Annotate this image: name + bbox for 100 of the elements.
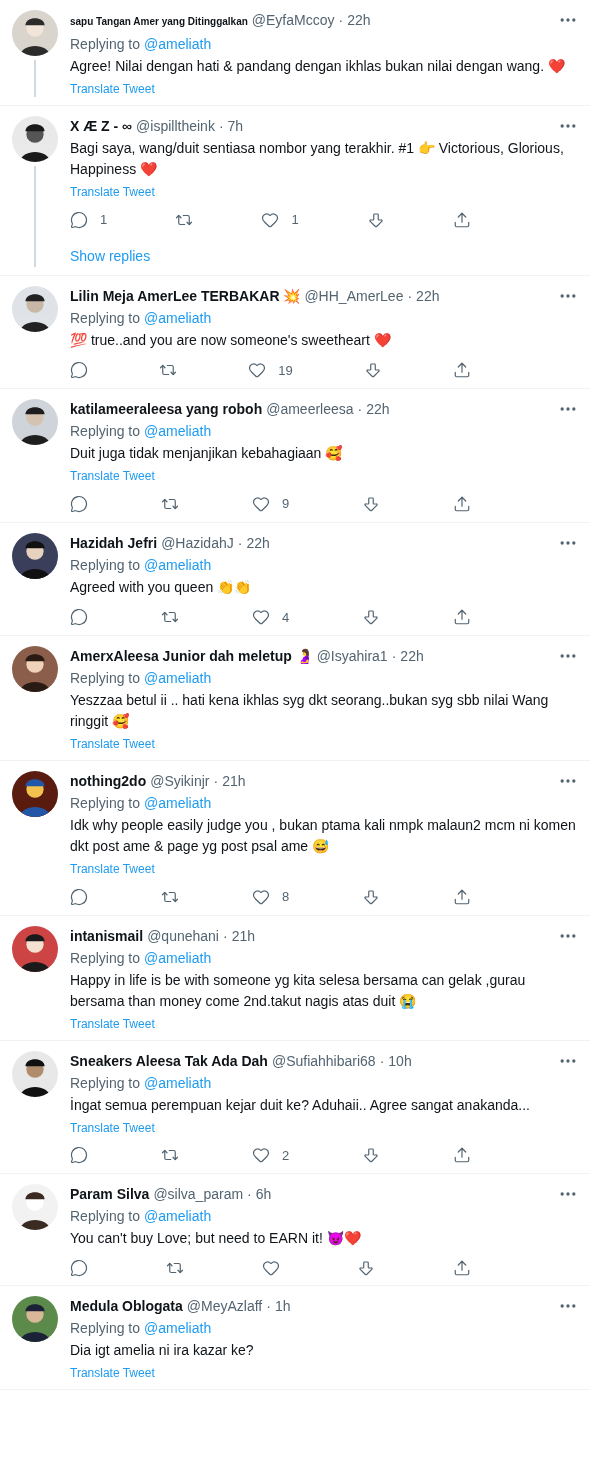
tweet-text: Idk why people easily judge you , bukan ptama kali nmpk malaun2 mcm ni komen dkt post ame & page yg post psal ame 😅 [70, 816, 577, 856]
author-handle: @silva_param [153, 1185, 244, 1204]
download-icon[interactable] [366, 210, 385, 229]
translate-link[interactable]: Translate Tweet [70, 468, 155, 484]
replying-label: Replying to [70, 555, 141, 575]
separator-dot: · [379, 1051, 385, 1071]
tweet-text: Bagi saya, wang/duit sentiasa nombor yang terakhir. #1 👉 Victorious, Glorious, Happiness ❤ [70, 139, 565, 179]
separator-dot: · [222, 926, 228, 946]
translate-link[interactable]: Translate Tweet [70, 81, 155, 97]
post-time: 7h [227, 117, 244, 136]
action-count: 2 [281, 1146, 290, 1165]
like-icon[interactable] [251, 608, 270, 627]
post-time: 22h [246, 533, 270, 553]
separator-dot: · [338, 11, 344, 30]
share-icon[interactable] [452, 361, 471, 380]
reply-icon[interactable] [70, 361, 88, 380]
author-name[interactable]: Sneakers Aleesa Tak Ada Dah [70, 1050, 268, 1071]
like-icon[interactable] [261, 210, 280, 229]
tweet-text: Dia igt amelia ni ira kazar ke? [70, 1341, 255, 1360]
replying-label: Replying to [70, 422, 141, 441]
post-time: 21h [222, 772, 246, 791]
tweet-text: Happy in life is be with someone yg kita selesa bersama can gelak ,gurau bersama than money come 2nd.takut nagis atas duit 😭 [70, 970, 527, 1011]
replying-label: Replying to [70, 1319, 141, 1338]
like-icon[interactable] [248, 361, 267, 380]
author-name[interactable]: Hazidah Jefri [70, 532, 158, 553]
separator-dot: · [213, 772, 219, 791]
reply-icon[interactable] [70, 1259, 88, 1277]
reply-icon[interactable] [70, 887, 88, 906]
post-time: 6h [255, 1185, 272, 1204]
reply-icon[interactable] [70, 608, 88, 627]
like-icon[interactable] [251, 887, 270, 906]
mention-link[interactable]: @ameliath [144, 1072, 212, 1093]
share-icon[interactable] [453, 608, 471, 627]
action-count: 19 [278, 361, 293, 380]
mention-link[interactable]: @ameliath [144, 1206, 212, 1226]
author-name[interactable]: X Æ Z - ∞ [70, 116, 133, 136]
mention-link[interactable]: @ameliath [144, 947, 212, 968]
post-time: 22h [347, 11, 371, 30]
author-name[interactable]: Medula Oblogata [70, 1296, 183, 1316]
separator-dot: · [407, 286, 413, 306]
translate-link[interactable]: Translate Tweet [70, 1015, 155, 1032]
share-icon[interactable] [453, 1146, 471, 1165]
separator-dot: · [391, 647, 397, 666]
translate-link[interactable]: Translate Tweet [70, 184, 155, 200]
author-name[interactable]: intanismail [70, 925, 144, 946]
mention-link[interactable]: @ameliath [144, 421, 212, 441]
author-handle: @HH_AmerLee [304, 286, 404, 306]
replying-label: Replying to [70, 669, 141, 688]
show-replies-link[interactable]: Show replies [70, 245, 151, 267]
share-icon[interactable] [453, 1259, 471, 1277]
author-name[interactable]: Param Silva [70, 1184, 150, 1204]
post-time: 22h [366, 400, 390, 419]
reply-icon[interactable] [70, 1146, 88, 1165]
action-count: 8 [281, 888, 290, 906]
author-handle: @qunehani [147, 926, 219, 946]
mention-link[interactable]: @ameliath [144, 307, 212, 328]
post-time: 22h [416, 286, 440, 306]
mention-link[interactable]: @ameliath [144, 668, 212, 688]
tweet-text: İngat semua perempuan kejar duit ke? Aduhaii.. Agree sangat anakanda... [70, 1095, 531, 1115]
author-name[interactable]: nothing2do [70, 771, 147, 791]
separator-dot: · [237, 533, 243, 553]
download-icon[interactable] [363, 361, 382, 380]
author-name[interactable]: katilameeraleesa yang roboh [70, 399, 263, 419]
reply-icon[interactable] [70, 494, 88, 513]
like-icon[interactable] [251, 1146, 270, 1165]
tweet-text: Agree! Nilai dengan hati & pandang dengan ikhlas bukan nilai dengan wang. ❤ [70, 57, 566, 76]
share-icon[interactable] [453, 494, 471, 513]
like-icon[interactable] [261, 1259, 280, 1277]
download-icon[interactable] [362, 608, 381, 627]
mention-link[interactable]: @ameliath [144, 554, 212, 575]
download-icon[interactable] [362, 1146, 381, 1165]
download-icon[interactable] [362, 887, 381, 906]
action-count: 1 [100, 211, 108, 229]
author-handle: @EyfaMccoy [251, 11, 335, 30]
download-icon[interactable] [362, 494, 381, 513]
tweet-text: You can't buy Love; but need to EARN it! 😈❤ [70, 1229, 362, 1248]
author-name[interactable]: sapu Tangan Amer yang Ditinggalkan [70, 12, 248, 32]
share-icon[interactable] [452, 210, 471, 229]
download-icon[interactable] [357, 1259, 376, 1277]
post-time: 1h [274, 1297, 291, 1316]
mention-link[interactable]: @ameliath [144, 34, 212, 54]
author-handle: @HazidahJ [161, 533, 234, 553]
replying-label: Replying to [70, 1207, 141, 1226]
translate-link[interactable]: Translate Tweet [70, 861, 155, 877]
author-handle: @MeyAzlaff [186, 1297, 263, 1316]
share-icon[interactable] [453, 887, 471, 906]
author-name[interactable]: Lilin Meja AmerLee TERBAKAR 💥 [70, 285, 301, 306]
separator-dot: · [218, 117, 224, 136]
mention-link[interactable]: @ameliath [144, 1318, 212, 1338]
translate-link[interactable]: Translate Tweet [70, 1365, 155, 1381]
reply-icon[interactable] [70, 210, 88, 229]
translate-link[interactable]: Translate Tweet [70, 736, 155, 752]
author-handle: @ispilltheink [136, 117, 215, 136]
translate-link[interactable]: Translate Tweet [70, 1119, 155, 1136]
author-name[interactable]: AmerxAleesa Junior dah meletup 🤰 [70, 646, 313, 666]
tweet-text: Duit juga tidak menjanjikan kebahagiaan 🥰 [70, 444, 344, 463]
mention-link[interactable]: @ameliath [144, 793, 212, 813]
separator-dot: · [266, 1297, 271, 1316]
like-icon[interactable] [251, 494, 270, 513]
tweet-text: Agreed with you queen 👏👏 [70, 577, 253, 597]
